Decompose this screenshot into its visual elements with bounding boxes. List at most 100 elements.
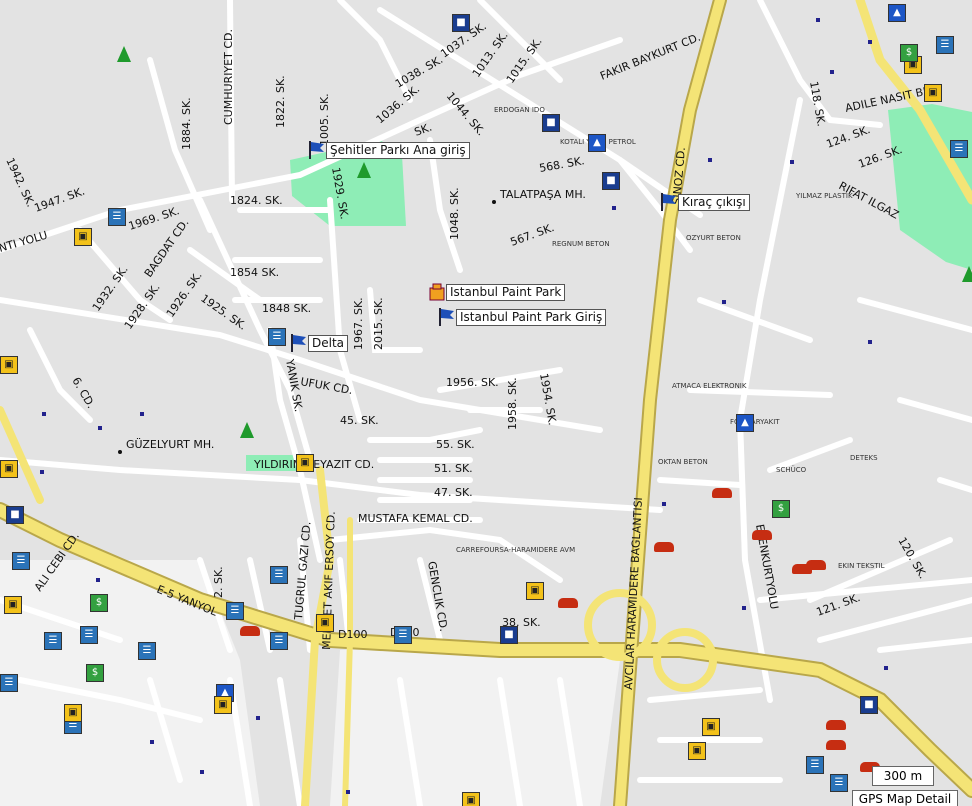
restaurant-icon[interactable]: ☰ <box>80 626 98 644</box>
shop-icon[interactable]: ▣ <box>688 742 706 760</box>
street-label: 1884. SK. <box>180 97 193 150</box>
restaurant-icon[interactable]: ☰ <box>830 774 848 792</box>
street-label: 1958. SK. <box>506 377 519 430</box>
poi-label: ATMACA ELEKTRONIK <box>672 382 747 390</box>
restaurant-icon[interactable]: ☰ <box>806 756 824 774</box>
fuel-station-icon[interactable]: ▲ <box>588 134 606 152</box>
street-label: 1848 SK. <box>262 302 311 315</box>
shop-icon[interactable]: ▣ <box>526 582 544 600</box>
waypoint-label: Şehitler Parkı Ana giriş <box>326 141 470 159</box>
restaurant-icon[interactable]: ☰ <box>394 626 412 644</box>
car-service-icon[interactable] <box>826 720 846 730</box>
flag-icon <box>439 308 454 326</box>
waypoint-paint-park[interactable]: Istanbul Paint Park <box>428 282 566 302</box>
shop-icon[interactable]: ▣ <box>214 696 232 714</box>
bus-stop-icon[interactable]: ■ <box>602 172 620 190</box>
street-label: 47. SK. <box>434 486 473 499</box>
atm-icon[interactable]: $ <box>90 594 108 612</box>
point-marker <box>256 716 260 720</box>
flag-icon <box>661 193 676 211</box>
shop-icon[interactable]: ▣ <box>74 228 92 246</box>
car-service-icon[interactable] <box>752 530 772 540</box>
bus-stop-icon[interactable]: ■ <box>542 114 560 132</box>
shop-icon[interactable]: ▣ <box>296 454 314 472</box>
street-label: 1956. SK. <box>446 376 499 389</box>
shop-icon[interactable]: ▣ <box>702 718 720 736</box>
street-label: 118. SK. <box>807 80 828 127</box>
bus-stop-icon[interactable]: ■ <box>500 626 518 644</box>
street-label: 51. SK. <box>434 462 473 475</box>
restaurant-icon[interactable]: ☰ <box>12 552 30 570</box>
street-label: RIFAT ILGAZ <box>837 179 902 222</box>
building-icon <box>429 283 445 301</box>
restaurant-icon[interactable]: ☰ <box>270 566 288 584</box>
atm-icon[interactable]: $ <box>86 664 104 682</box>
point-marker <box>612 206 616 210</box>
restaurant-icon[interactable]: ☰ <box>268 328 286 346</box>
fuel-station-icon[interactable]: ▲ <box>888 4 906 22</box>
point-marker <box>140 412 144 416</box>
waypoint-label: Kıraç çıkışı <box>678 193 750 211</box>
street-label: 1822. SK. <box>274 75 287 128</box>
point-marker <box>830 70 834 74</box>
tree-icon <box>962 266 972 282</box>
waypoint-sehitler-parki[interactable]: Şehitler Parkı Ana giriş <box>308 140 470 160</box>
point-marker <box>708 158 712 162</box>
shop-icon[interactable]: ▣ <box>64 704 82 722</box>
restaurant-icon[interactable]: ☰ <box>138 642 156 660</box>
shop-icon[interactable]: ▣ <box>462 792 480 806</box>
scale-indicator: 300 m <box>872 766 934 786</box>
shop-icon[interactable]: ▣ <box>4 596 22 614</box>
street-label: 1038. SK. <box>393 53 445 91</box>
point-marker <box>868 340 872 344</box>
restaurant-icon[interactable]: ☰ <box>950 140 968 158</box>
poi-label: YILMAZ PLASTIK <box>795 192 853 200</box>
fuel-station-icon[interactable]: ▲ <box>736 414 754 432</box>
waypoint-paint-park-giris[interactable]: Istanbul Paint Park Giriş <box>438 307 607 327</box>
restaurant-icon[interactable]: ☰ <box>0 674 18 692</box>
waypoint-label: Delta <box>308 334 349 352</box>
bus-stop-icon[interactable]: ■ <box>6 506 24 524</box>
map-view[interactable]: CUMHURIYET CD. 1884. SK. 1822. SK. 1005.… <box>0 0 972 806</box>
restaurant-icon[interactable]: ☰ <box>936 36 954 54</box>
shop-icon[interactable]: ▣ <box>924 84 942 102</box>
car-service-icon[interactable] <box>558 598 578 608</box>
car-service-icon[interactable] <box>826 740 846 750</box>
atm-icon[interactable]: $ <box>772 500 790 518</box>
waypoint-delta[interactable]: Delta <box>290 333 349 353</box>
street-label: 1967. SK. <box>352 297 365 350</box>
street-label: 1824. SK. <box>230 194 283 207</box>
point-marker <box>96 578 100 582</box>
car-service-icon[interactable] <box>712 488 732 498</box>
bus-stop-icon[interactable]: ■ <box>452 14 470 32</box>
restaurant-icon[interactable]: ☰ <box>44 632 62 650</box>
poi-label: OKTAN BETON <box>658 458 708 466</box>
shop-icon[interactable]: ▣ <box>316 614 334 632</box>
street-label: D100 <box>338 628 367 641</box>
street-label: 567. SK. <box>509 221 556 249</box>
waypoint-kirac-cikisi[interactable]: Kıraç çıkışı <box>660 192 750 212</box>
street-label: TUGRUL GAZI CD. <box>292 521 314 621</box>
atm-icon[interactable]: $ <box>900 44 918 62</box>
point-marker <box>816 18 820 22</box>
street-label: FAKIR BAYKURT CD. <box>598 31 702 83</box>
restaurant-icon[interactable]: ☰ <box>270 632 288 650</box>
point-marker <box>42 412 46 416</box>
point-marker <box>722 300 726 304</box>
restaurant-icon[interactable]: ☰ <box>108 208 126 226</box>
shop-icon[interactable]: ▣ <box>0 356 18 374</box>
shop-icon[interactable]: ▣ <box>0 460 18 478</box>
point-marker <box>346 790 350 794</box>
car-service-icon[interactable] <box>806 560 826 570</box>
bus-stop-icon[interactable]: ■ <box>860 696 878 714</box>
street-label: CUMHURIYET CD. <box>222 29 235 125</box>
car-service-icon[interactable] <box>654 542 674 552</box>
street-label: 45. SK. <box>340 414 379 427</box>
point-marker <box>200 770 204 774</box>
poi-label: SCHÜCO <box>776 465 807 474</box>
flag-icon <box>309 141 324 159</box>
street-label: 1854 SK. <box>230 266 279 279</box>
restaurant-icon[interactable]: ☰ <box>226 602 244 620</box>
point-marker <box>742 606 746 610</box>
car-service-icon[interactable] <box>240 626 260 636</box>
